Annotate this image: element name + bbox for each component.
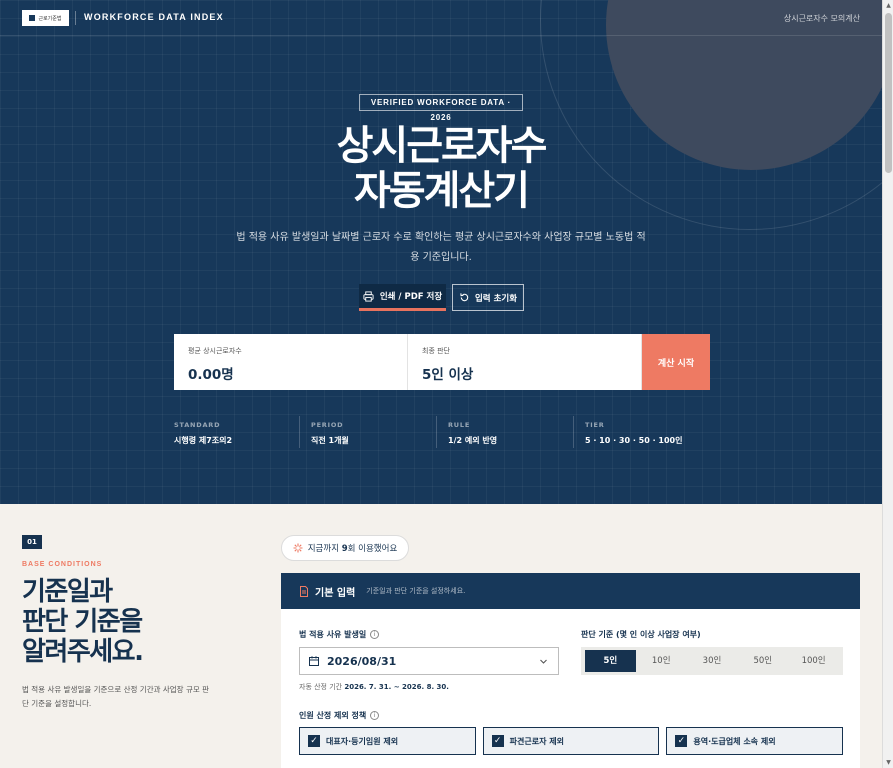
checkbox-label: 용역·도급업체 소속 제외 (693, 736, 776, 746)
final-judgement-cell: 최종 판단 5인 이상 (408, 334, 642, 390)
print-pdf-button[interactable]: 인쇄 / PDF 저장 (359, 284, 446, 311)
nav-link-simulation[interactable]: 상시근로자수 모의계산 (784, 13, 860, 24)
stat-key: STANDARD (174, 421, 221, 429)
usage-prefix: 지금까지 (307, 544, 342, 554)
stat-value: 시행령 제7조의2 (174, 436, 233, 445)
chevron-down-icon (540, 659, 547, 664)
reset-icon (460, 293, 469, 302)
checkbox-label: 대표자·등기임원 제외 (326, 736, 399, 746)
section-title-line1: 기준일과 (22, 577, 113, 607)
start-calculation-button[interactable]: 계산 시작 (642, 334, 710, 390)
section-title: 기준일과 판단 기준을 알려주세요. (22, 577, 144, 667)
page-title-line2: 자동계산기 (354, 168, 530, 214)
checkbox-checked-icon: ✓ (675, 735, 688, 747)
section-title-line3: 알려주세요. (22, 637, 144, 667)
info-icon[interactable]: i (370, 711, 380, 720)
logo-mark-icon (29, 15, 36, 21)
exclusion-checkbox-group: ✓ 대표자·등기임원 제외 ✓ 파견근로자 제외 ✓ 용역·도급업체 소속 제외 (299, 727, 844, 755)
average-workers-cell: 평균 상시근로자수 0.00명 (174, 334, 408, 390)
brand-name: WORKFORCE DATA INDEX (84, 12, 224, 22)
calendar-icon (309, 656, 319, 666)
period-hint: 자동 산정 기간 2026. 7. 31. ~ 2026. 8. 30. (299, 682, 449, 692)
average-workers-value: 0.00명 (188, 367, 234, 383)
exclude-dispatched-checkbox[interactable]: ✓ 파견근로자 제외 (482, 727, 660, 755)
section-description: 법 적용 사유 발생일을 기준으로 산정 기간과 사업장 규모 판단 기준을 설… (22, 685, 210, 708)
printer-icon (363, 290, 374, 302)
final-judgement-value: 5인 이상 (422, 367, 474, 383)
usage-count-badge: 지금까지 9회 이용했어요 (281, 535, 409, 561)
stat-tier: TIER 5 · 10 · 30 · 50 · 100인 (573, 416, 710, 448)
reset-input-button[interactable]: 입력 초기화 (452, 284, 524, 311)
checkbox-checked-icon: ✓ (308, 735, 320, 747)
criteria-option-30[interactable]: 30인 (687, 650, 738, 672)
section-eyebrow: BASE CONDITIONS (22, 561, 103, 568)
stat-rule: RULE 1/2 예외 반영 (436, 416, 573, 448)
period-hint-range: 2026. 7. 31. ~ 2026. 8. 30. (344, 683, 449, 691)
criteria-option-50[interactable]: 50인 (737, 650, 788, 672)
checkbox-label: 파견근로자 제외 (509, 736, 564, 746)
exclude-contractors-checkbox[interactable]: ✓ 용역·도급업체 소속 제외 (666, 727, 844, 755)
reset-input-label: 입력 초기화 (474, 293, 518, 304)
stat-standard: STANDARD 시행령 제7조의2 (174, 416, 299, 448)
section-title-line2: 판단 기준을 (22, 607, 143, 637)
criteria-option-100[interactable]: 100인 (788, 650, 839, 672)
panel-title: 기본 입력 (315, 587, 356, 599)
scroll-down-arrow-icon[interactable]: ▼ (883, 757, 893, 768)
standards-strip: STANDARD 시행령 제7조의2 PERIOD 직전 1개월 RULE 1/… (174, 416, 710, 448)
exclude-executives-checkbox[interactable]: ✓ 대표자·등기임원 제외 (299, 727, 476, 755)
result-summary-card: 평균 상시근로자수 0.00명 최종 판단 5인 이상 계산 시작 (174, 334, 710, 390)
stat-value: 직전 1개월 (311, 436, 349, 445)
date-input[interactable]: 2026/08/31 (299, 647, 559, 675)
average-workers-label: 평균 상시근로자수 (188, 347, 242, 355)
sparkle-icon (293, 543, 303, 553)
section-number-badge: 01 (22, 535, 42, 549)
scrollbar-thumb[interactable] (885, 13, 892, 173)
scroll-up-arrow-icon[interactable]: ▲ (883, 0, 893, 11)
usage-suffix: 회 이용했어요 (347, 544, 398, 554)
exclusion-field-label: 인원 산정 제외 정책 i (299, 710, 380, 721)
final-judgement-label: 최종 판단 (422, 347, 450, 355)
hero-description: 법 적용 사유 발생일과 날짜별 근로자 수로 확인하는 평균 상시근로자수와 … (236, 232, 646, 263)
panel-header: 기본 입력 기준일과 판단 기준을 설정하세요. (281, 573, 860, 609)
verified-tag: VERIFIED WORKFORCE DATA · 2026 (359, 94, 523, 122)
date-field-label: 법 적용 사유 발생일 i (299, 629, 380, 640)
page-scrollbar[interactable]: ▲ ▼ (882, 0, 893, 768)
date-field-label-text: 법 적용 사유 발생일 (299, 630, 367, 639)
stat-period: PERIOD 직전 1개월 (299, 416, 436, 448)
logo-text: 근로기준법 (38, 15, 62, 22)
hero-section: 근로기준법 WORKFORCE DATA INDEX 상시근로자수 모의계산 V… (0, 0, 882, 504)
criteria-option-10[interactable]: 10인 (636, 650, 687, 672)
basic-input-panel: 기본 입력 기준일과 판단 기준을 설정하세요. 법 적용 사유 발생일 i 2… (281, 573, 860, 768)
usage-text: 지금까지 9회 이용했어요 (308, 542, 398, 554)
exclusion-field-label-text: 인원 산정 제외 정책 (299, 711, 367, 720)
stat-value: 5 · 10 · 30 · 50 · 100인 (585, 436, 683, 445)
print-pdf-label: 인쇄 / PDF 저장 (379, 292, 443, 302)
criteria-field-label: 판단 기준 (몇 인 이상 사업장 여부) (581, 630, 701, 639)
stat-value: 1/2 예외 반영 (448, 436, 498, 445)
info-icon[interactable]: i (370, 630, 380, 639)
page-title-line1: 상시근로자수 (336, 123, 548, 169)
document-icon (300, 585, 308, 597)
criteria-segmented-control: 5인 10인 30인 50인 100인 (581, 647, 843, 675)
checkbox-checked-icon: ✓ (491, 735, 504, 747)
criteria-option-5[interactable]: 5인 (585, 650, 636, 672)
stat-key: PERIOD (311, 421, 344, 429)
stat-key: RULE (448, 421, 471, 429)
date-input-value: 2026/08/31 (327, 654, 397, 668)
period-hint-prefix: 자동 산정 기간 (299, 683, 345, 691)
brand-divider (75, 11, 76, 25)
top-bar: 근로기준법 WORKFORCE DATA INDEX 상시근로자수 모의계산 (0, 0, 882, 36)
panel-subtitle: 기준일과 판단 기준을 설정하세요. (366, 587, 466, 595)
site-logo[interactable]: 근로기준법 (22, 10, 69, 26)
page-title: 상시근로자수 자동계산기 (0, 124, 882, 214)
stat-key: TIER (585, 421, 605, 429)
